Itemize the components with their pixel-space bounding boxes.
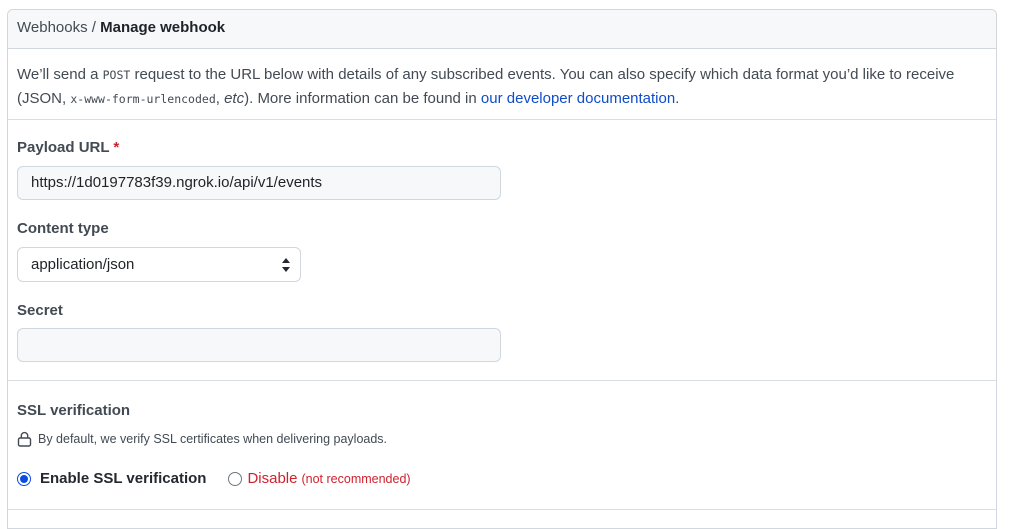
secret-input[interactable] xyxy=(17,328,501,362)
webhook-form: Payload URL * https://1d0197783f39.ngrok… xyxy=(8,120,996,381)
required-marker: * xyxy=(113,139,120,156)
urlencoded-code: x-www-form-urlencoded xyxy=(70,92,216,106)
intro-text-part: ). More information can be found in xyxy=(244,90,481,107)
enable-ssl-radio[interactable] xyxy=(17,471,31,486)
ssl-note: By default, we verify SSL certificates w… xyxy=(17,431,387,447)
content-type-selected: application/json xyxy=(31,256,135,273)
ssl-note-text: By default, we verify SSL certificates w… xyxy=(38,432,388,446)
payload-url-label: Payload URL * xyxy=(17,139,119,156)
ssl-section: SSL verification By default, we verify S… xyxy=(8,381,996,511)
breadcrumb-current: Manage webhook xyxy=(100,19,226,36)
secret-label: Secret xyxy=(17,302,63,319)
post-method-code: POST xyxy=(102,68,131,82)
etc-text: etc xyxy=(224,90,245,107)
lock-icon xyxy=(17,431,32,447)
not-recommended-note: (not recommended) xyxy=(301,471,411,486)
intro-text: We’ll send a POST request to the URL bel… xyxy=(8,49,996,120)
intro-text-part: . xyxy=(675,90,680,107)
section-divider xyxy=(8,509,996,510)
breadcrumb-webhooks[interactable]: Webhooks xyxy=(17,19,88,36)
developer-docs-link[interactable]: our developer documentation xyxy=(481,90,675,107)
ssl-title: SSL verification xyxy=(17,402,131,419)
ssl-options: Enable SSL verification Disable (not rec… xyxy=(17,470,411,487)
breadcrumb-separator: / xyxy=(91,19,96,36)
select-caret-icon xyxy=(282,258,290,272)
breadcrumb: Webhooks / Manage webhook xyxy=(8,10,996,49)
disable-ssl-label[interactable]: Disable xyxy=(247,470,297,487)
enable-ssl-label[interactable]: Enable SSL verification xyxy=(40,470,206,487)
webhook-panel: Webhooks / Manage webhook We’ll send a P… xyxy=(7,9,997,529)
intro-text-part: , xyxy=(215,90,225,107)
payload-url-input[interactable]: https://1d0197783f39.ngrok.io/api/v1/eve… xyxy=(17,166,501,200)
intro-text-part: We’ll send a xyxy=(17,66,103,83)
content-type-label: Content type xyxy=(17,220,109,237)
disable-ssl-radio[interactable] xyxy=(228,471,243,486)
payload-url-label-text: Payload URL xyxy=(17,139,110,156)
content-type-select[interactable]: application/json xyxy=(17,247,301,282)
